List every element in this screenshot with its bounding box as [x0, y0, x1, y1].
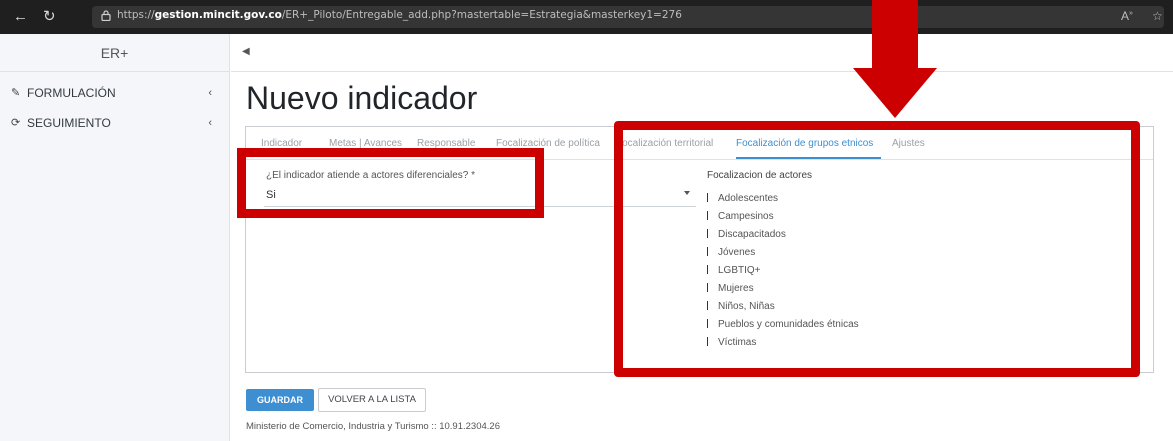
brand-logo[interactable]: ER+	[0, 34, 229, 72]
down-arrow-shaft	[872, 0, 918, 70]
content-topbar: ◀	[231, 34, 1173, 72]
read-aloud-icon[interactable]: A»	[1121, 9, 1133, 23]
sync-icon: ⟳	[11, 117, 21, 129]
back-arrow-icon[interactable]: ←	[13, 9, 28, 25]
url-text: https://gestion.mincit.gov.co/ER+_Piloto…	[117, 9, 682, 21]
chevron-left-icon: ‹	[208, 117, 212, 129]
reload-icon[interactable]: ↻	[43, 9, 56, 25]
footer-text: Ministerio de Comercio, Industria y Turi…	[246, 421, 500, 432]
lock-icon	[101, 10, 111, 21]
sidebar-item-seguimiento[interactable]: ⟳ SEGUIMIENTO ‹	[0, 108, 229, 138]
sidebar: ER+ ✎ FORMULACIÓN ‹ ⟳ SEGUIMIENTO ‹	[0, 34, 230, 441]
page-title: Nuevo indicador	[246, 80, 478, 116]
sidebar-toggle-icon[interactable]: ◀	[242, 46, 250, 57]
sidebar-item-label: SEGUIMIENTO	[27, 116, 111, 130]
highlight-box-ethnic-groups	[614, 121, 1140, 377]
sidebar-item-label: FORMULACIÓN	[27, 86, 116, 100]
chevron-left-icon: ‹	[208, 87, 212, 99]
back-to-list-button[interactable]: VOLVER A LA LISTA	[318, 388, 426, 412]
favorite-star-icon[interactable]: ☆	[1152, 9, 1163, 23]
browser-toolbar: ← ↻ https://gestion.mincit.gov.co/ER+_Pi…	[0, 0, 1173, 34]
save-button[interactable]: GUARDAR	[246, 389, 314, 411]
edit-icon: ✎	[11, 87, 21, 99]
sidebar-item-formulacion[interactable]: ✎ FORMULACIÓN ‹	[0, 78, 229, 108]
highlight-box-differential	[237, 148, 544, 218]
down-arrow-icon	[853, 68, 937, 118]
